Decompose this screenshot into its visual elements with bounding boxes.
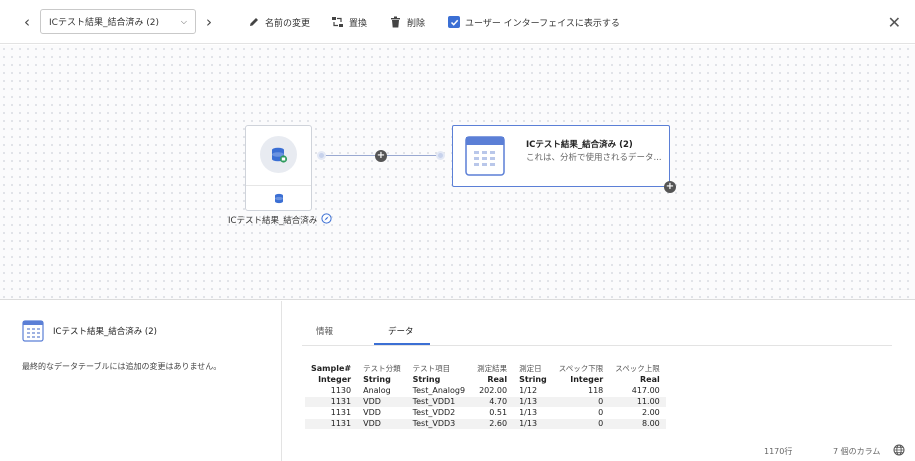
table-cell: VDD xyxy=(357,395,407,407)
column-header[interactable]: スペック上限 xyxy=(609,363,665,374)
add-step-plus-icon[interactable]: + xyxy=(375,150,387,162)
table-node[interactable]: ICテスト結果_結合済み (2) これは、分析で使用されるデータ... xyxy=(452,125,670,187)
table-cell: Test_VDD3 xyxy=(406,417,472,429)
trash-icon xyxy=(389,16,402,29)
details-panel: ICテスト結果_結合済み (2) 最終的なデータテーブルには追加の変更はありませ… xyxy=(0,301,915,461)
table-row: 1130 Analog Test_Analog9 202.00 1/12 118… xyxy=(305,384,666,396)
source-node-label[interactable]: ICテスト結果_結合済み xyxy=(228,213,332,227)
table-header-name-row: Sample# テスト分類 テスト項目 測定結果 測定日 スペック下限 スペック… xyxy=(305,363,666,374)
column-header[interactable]: 測定結果 xyxy=(471,363,513,374)
database-icon xyxy=(260,136,297,173)
table-cell: VDD xyxy=(357,406,407,418)
table-cell: 0.51 xyxy=(471,406,514,418)
table-cell: 417.00 xyxy=(609,384,666,396)
table-header-type-row: Integer String String Real String Intege… xyxy=(305,374,666,385)
table-cell: Test_Analog9 xyxy=(406,384,472,396)
tab-data[interactable]: データ xyxy=(388,325,414,337)
globe-icon[interactable] xyxy=(893,444,905,459)
connector-port-out[interactable] xyxy=(317,151,326,160)
details-message: 最終的なデータテーブルには追加の変更はありません。 xyxy=(22,362,222,371)
close-icon[interactable]: ✕ xyxy=(888,0,901,44)
table-node-title: ICテスト結果_結合済み (2) xyxy=(526,140,633,150)
column-header[interactable]: Sample# xyxy=(305,363,357,374)
table-cell: 2.60 xyxy=(471,417,514,429)
column-header[interactable]: テスト分類 xyxy=(357,363,407,374)
tab-divider xyxy=(302,345,892,346)
column-type: String xyxy=(519,374,547,384)
table-cell: 118 xyxy=(552,384,610,396)
table-cell: 1131 xyxy=(305,406,358,418)
chevron-right-icon[interactable]: › xyxy=(202,0,216,44)
add-step-after-plus-icon[interactable]: + xyxy=(664,181,676,193)
pencil-icon xyxy=(247,16,260,29)
table-cell: 1/13 xyxy=(513,395,553,407)
table-icon xyxy=(22,320,44,345)
dataset-select[interactable]: ICテスト結果_結合済み (2) ⌵ xyxy=(40,9,196,34)
table-cell: Test_VDD1 xyxy=(406,395,472,407)
table-cell: 1131 xyxy=(305,395,358,407)
table-cell: 1/13 xyxy=(513,417,553,429)
data-preview-table: Sample# テスト分類 テスト項目 測定結果 測定日 スペック下限 スペック… xyxy=(305,363,666,429)
table-cell: 4.70 xyxy=(471,395,514,407)
column-header[interactable]: テスト項目 xyxy=(407,363,471,374)
column-type: String xyxy=(412,374,441,384)
table-cell: 1131 xyxy=(305,417,358,429)
table-cell: Analog xyxy=(357,384,407,396)
show-in-ui-label: ユーザー インターフェイスに表示する xyxy=(465,18,620,29)
checkbox-icon[interactable] xyxy=(448,16,460,28)
table-cell: 0 xyxy=(552,406,610,418)
replace-label: 置換 xyxy=(349,18,368,29)
table-cell: 1/12 xyxy=(513,384,553,396)
column-type: Integer xyxy=(318,374,352,384)
tab-info[interactable]: 情報 xyxy=(316,325,333,337)
table-cell: 1/13 xyxy=(513,406,553,418)
column-count: 7 個のカラム xyxy=(833,447,881,456)
table-cell: 1130 xyxy=(305,384,358,396)
table-cell: Test_VDD2 xyxy=(406,406,472,418)
table-cell: 8.00 xyxy=(609,417,666,429)
table-cell: 2.00 xyxy=(609,406,666,418)
column-type: String xyxy=(363,374,391,384)
flow-canvas[interactable]: ICテスト結果_結合済み + ICテスト結果_結合済み (2) これは、分析で使… xyxy=(0,45,915,300)
rename-button[interactable]: 名前の変更 xyxy=(247,0,310,44)
database-small-icon xyxy=(274,193,284,207)
table-cell: 11.00 xyxy=(609,395,666,407)
chevron-left-icon[interactable]: ‹ xyxy=(20,0,34,44)
table-row: 1131 VDD Test_VDD3 2.60 1/13 0 8.00 xyxy=(305,417,666,429)
source-node[interactable] xyxy=(245,125,312,211)
table-icon xyxy=(465,136,505,179)
table-row: 1131 VDD Test_VDD1 4.70 1/13 0 11.00 xyxy=(305,395,666,407)
table-cell: VDD xyxy=(357,417,407,429)
row-count: 1170行 xyxy=(764,447,793,456)
toolbar: ‹ ICテスト結果_結合済み (2) ⌵ › 名前の変更 置換 削除 ユーザー … xyxy=(0,0,915,44)
details-title: ICテスト結果_結合済み (2) xyxy=(53,327,157,337)
replace-icon xyxy=(331,16,344,29)
show-in-ui-toggle[interactable]: ユーザー インターフェイスに表示する xyxy=(448,0,620,44)
column-header[interactable]: スペック下限 xyxy=(553,363,609,374)
compass-icon[interactable] xyxy=(321,213,332,227)
column-type: Integer xyxy=(570,374,604,384)
replace-button[interactable]: 置換 xyxy=(331,0,367,44)
delete-label: 削除 xyxy=(407,18,426,29)
dataset-select-value: ICテスト結果_結合済み (2) xyxy=(49,18,160,28)
table-cell: 0 xyxy=(552,417,610,429)
connector-port-in[interactable] xyxy=(436,151,445,160)
column-header[interactable]: 測定日 xyxy=(513,363,553,374)
delete-button[interactable]: 削除 xyxy=(389,0,425,44)
chevron-down-icon: ⌵ xyxy=(180,16,187,26)
table-row: 1131 VDD Test_VDD2 0.51 1/13 0 2.00 xyxy=(305,406,666,418)
table-cell: 0 xyxy=(552,395,610,407)
table-node-description: これは、分析で使用されるデータ... xyxy=(526,153,662,163)
table-cell: 202.00 xyxy=(471,384,514,396)
column-type: Real xyxy=(487,374,508,384)
details-left-pane: ICテスト結果_結合済み (2) 最終的なデータテーブルには追加の変更はありませ… xyxy=(0,301,282,461)
source-node-name: ICテスト結果_結合済み xyxy=(228,216,318,226)
column-type: Real xyxy=(640,374,660,384)
rename-label: 名前の変更 xyxy=(265,18,311,29)
source-node-header xyxy=(246,126,311,186)
